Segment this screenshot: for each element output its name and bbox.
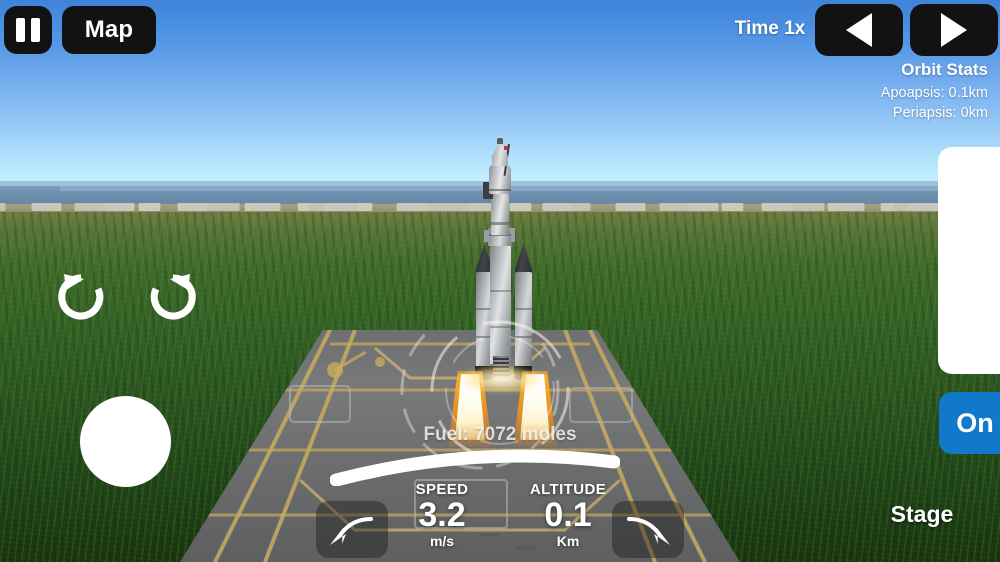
pause-icon [16, 18, 25, 42]
time-warp-decrease-button[interactable] [815, 4, 903, 56]
curved-arrow-left-icon [330, 517, 373, 545]
throttle-slider[interactable] [938, 147, 1000, 374]
hud-overlay: Fuel: 7072 moles SPEED 3.2 m/s ALTITUDE … [0, 0, 1000, 562]
time-warp-increase-button[interactable] [910, 4, 998, 56]
game-screen: Fuel: 7072 moles SPEED 3.2 m/s ALTITUDE … [0, 0, 1000, 562]
pause-button[interactable] [4, 6, 52, 54]
translation-joystick[interactable] [80, 396, 171, 487]
rotate-clockwise-icon [150, 274, 196, 320]
rotate-counterclockwise-button[interactable] [52, 268, 110, 326]
engine-toggle-button[interactable]: On [939, 392, 1000, 454]
curved-arrow-right-icon [627, 517, 670, 545]
pause-icon [31, 18, 40, 42]
speed-value: 3.2 [418, 496, 466, 534]
speed-readout: SPEED 3.2 m/s [390, 481, 494, 549]
rotate-clockwise-button[interactable] [144, 268, 202, 326]
apoapsis-value: Apoapsis: 0.1km [880, 85, 988, 101]
orbit-stats-panel: Orbit Stats Apoapsis: 0.1km Periapsis: 0… [881, 60, 988, 121]
pitch-right-button[interactable] [612, 501, 684, 558]
orbit-stats-title: Orbit Stats [901, 60, 988, 79]
telemetry-readouts: SPEED 3.2 m/s ALTITUDE 0.1 Km [390, 481, 620, 549]
pitch-left-button[interactable] [316, 501, 388, 558]
time-warp-label: Time 1x [734, 18, 806, 39]
speed-unit: m/s [429, 533, 455, 550]
triangle-right-icon [941, 13, 967, 47]
map-button[interactable]: Map [62, 6, 156, 54]
altitude-unit: Km [556, 533, 580, 550]
altitude-value: 0.1 [544, 496, 592, 534]
stage-button[interactable]: Stage [876, 498, 968, 530]
periapsis-value: Periapsis: 0km [892, 105, 988, 121]
rotate-counterclockwise-icon [58, 274, 104, 320]
triangle-left-icon [846, 13, 872, 47]
altitude-readout: ALTITUDE 0.1 Km [516, 481, 620, 549]
